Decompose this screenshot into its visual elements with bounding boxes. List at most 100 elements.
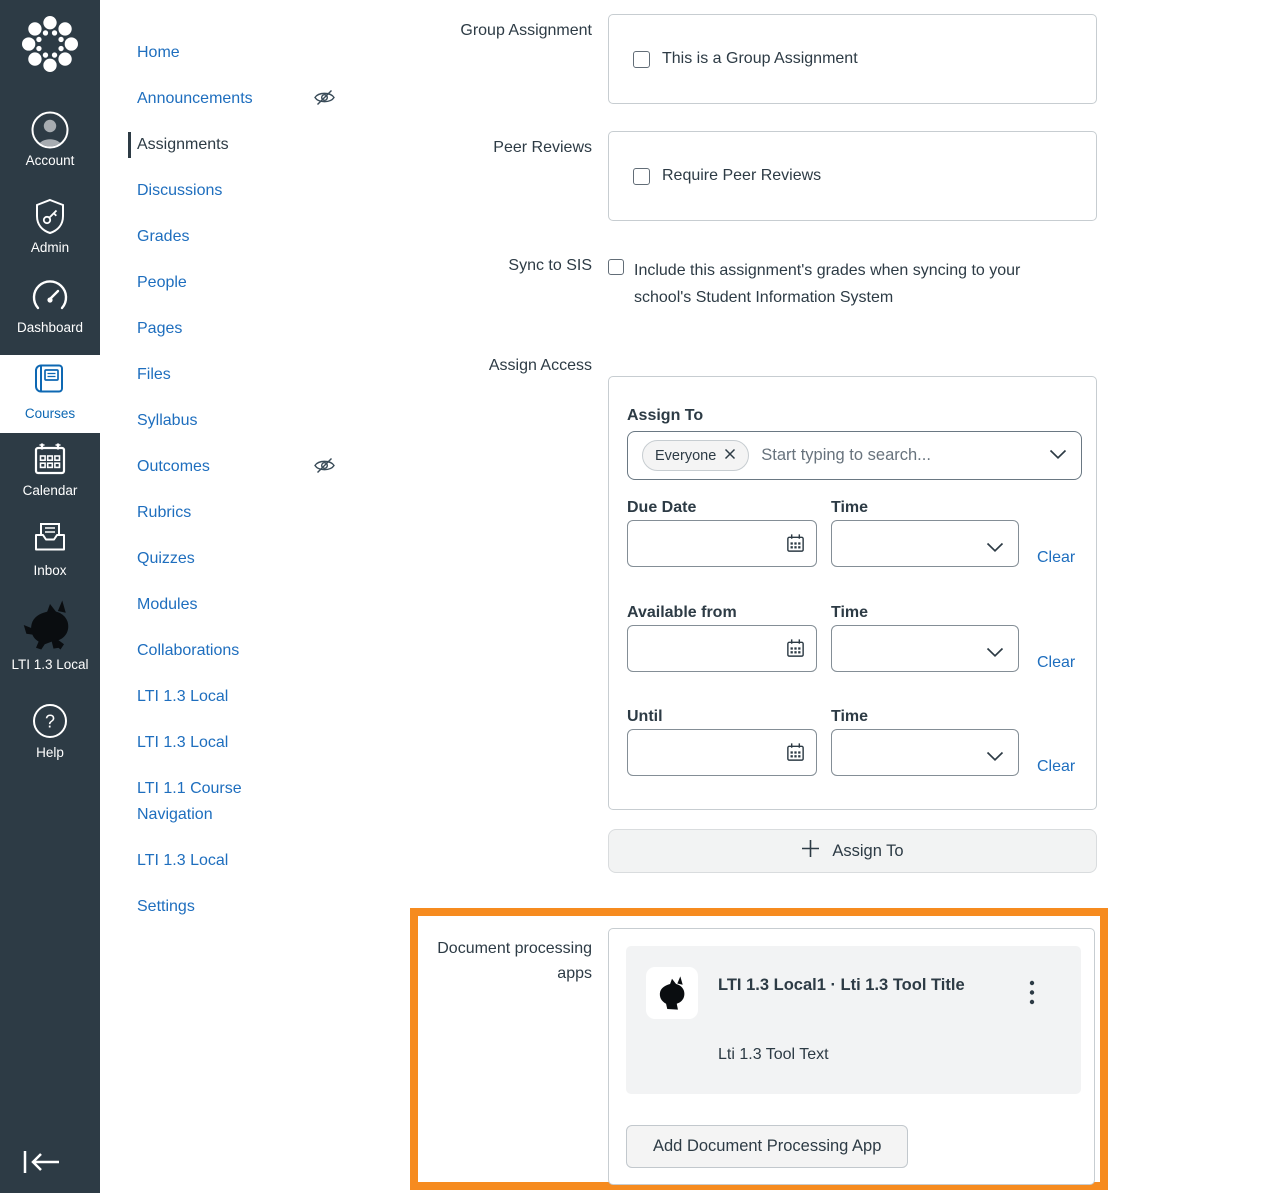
due-date-text-input[interactable] [638, 521, 778, 566]
course-nav-settings[interactable]: Settings [137, 894, 195, 920]
time-label: Time [831, 604, 869, 621]
until-time-select[interactable] [831, 729, 1019, 776]
hidden-eye-icon [313, 89, 336, 111]
calendar-icon [785, 742, 806, 768]
global-nav-sidebar: Account Admin Dashboard Courses Calendar… [0, 0, 100, 1193]
available-from-clear-link[interactable]: Clear [1037, 654, 1075, 672]
hidden-eye-icon [313, 457, 336, 479]
chevron-down-icon [986, 540, 1004, 558]
add-document-processing-app-button[interactable]: Add Document Processing App [626, 1125, 909, 1168]
calendar-icon [0, 440, 100, 480]
assign-to-search-input[interactable] [761, 446, 1037, 465]
sidebar-item-label: Dashboard [16, 320, 84, 335]
course-nav-assignments[interactable]: Assignments [137, 132, 229, 158]
assign-to-combobox[interactable]: Everyone [627, 431, 1082, 480]
assign-access-label: Assign Access [488, 357, 592, 374]
available-from-time-select[interactable] [831, 625, 1019, 672]
course-nav-outcomes[interactable]: Outcomes [137, 454, 210, 480]
calendar-icon [785, 533, 806, 559]
due-date-input[interactable] [627, 520, 817, 567]
add-assign-to-button[interactable]: Assign To [608, 829, 1097, 873]
course-nav-pages[interactable]: Pages [137, 316, 182, 342]
available-from-text-input[interactable] [638, 626, 778, 671]
collapse-global-nav-button[interactable] [20, 1146, 64, 1181]
sidebar-item-label: Admin [30, 240, 70, 255]
peer-reviews-panel: Require Peer Reviews [608, 131, 1097, 221]
document-processing-card: LTI 1.3 Local1 · Lti 1.3 Tool Title Lti … [608, 928, 1095, 1185]
due-date-label: Due Date [627, 499, 697, 516]
peer-reviews-label: Peer Reviews [493, 139, 592, 156]
course-nav-lti-11-course-navigation[interactable]: LTI 1.1 Course Navigation [137, 776, 277, 828]
sidebar-item-label: Courses [24, 406, 76, 421]
sidebar-item-courses[interactable]: Courses [0, 355, 100, 433]
assign-to-heading: Assign To [627, 407, 704, 424]
plus-icon [801, 839, 820, 863]
assign-access-panel: Assign To Everyone Due Date Time [608, 376, 1097, 810]
until-input[interactable] [627, 729, 817, 776]
course-nav-syllabus[interactable]: Syllabus [137, 408, 197, 434]
course-nav-files[interactable]: Files [137, 362, 171, 388]
sidebar-item-help[interactable]: ? Help [0, 702, 100, 760]
document-processing-highlight-box: Document processing apps LTI 1.3 Local1 … [410, 908, 1108, 1190]
course-nav-home[interactable]: Home [137, 40, 180, 66]
until-text-input[interactable] [638, 730, 778, 775]
unicorn-icon [646, 967, 698, 1019]
due-time-select[interactable] [831, 520, 1019, 567]
gauge-icon [0, 277, 100, 317]
lti-tool-description: Lti 1.3 Tool Text [718, 1046, 829, 1063]
chevron-down-icon [1049, 447, 1067, 465]
course-nav-rubrics[interactable]: Rubrics [137, 500, 191, 526]
user-icon [0, 110, 100, 150]
chevron-down-icon [986, 749, 1004, 767]
time-label: Time [831, 708, 869, 725]
everyone-tag-label: Everyone [655, 447, 717, 464]
sidebar-item-label: Account [25, 153, 75, 168]
sidebar-item-admin[interactable]: Admin [0, 197, 100, 255]
calendar-icon [785, 638, 806, 664]
sidebar-item-calendar[interactable]: Calendar [0, 440, 100, 498]
sidebar-item-label: Calendar [22, 483, 78, 498]
group-assignment-label: Group Assignment [460, 22, 592, 39]
sidebar-item-inbox[interactable]: Inbox [0, 520, 100, 578]
course-nav-lti-13-local-3[interactable]: LTI 1.3 Local [137, 848, 228, 874]
book-icon [0, 363, 100, 403]
sidebar-item-lti-13-local[interactable]: LTI 1.3 Local [0, 598, 100, 672]
available-from-label: Available from [627, 604, 737, 621]
course-nav-collaborations[interactable]: Collaborations [137, 638, 239, 664]
canvas-logo-icon[interactable] [0, 12, 100, 81]
available-from-input[interactable] [627, 625, 817, 672]
svg-text:?: ? [45, 712, 55, 732]
sync-to-sis-label: Sync to SIS [508, 257, 592, 274]
course-nav-modules[interactable]: Modules [137, 592, 197, 618]
course-nav-lti-13-local-1[interactable]: LTI 1.3 Local [137, 684, 228, 710]
sync-to-sis-checkbox[interactable] [608, 259, 624, 275]
course-nav-people[interactable]: People [137, 270, 187, 296]
course-nav-lti-13-local-2[interactable]: LTI 1.3 Local [137, 730, 228, 756]
unicorn-icon [0, 598, 100, 654]
until-clear-link[interactable]: Clear [1037, 758, 1075, 776]
everyone-tag: Everyone [642, 440, 750, 471]
sync-to-sis-checkbox-label: Include this assignment's grades when sy… [634, 262, 1021, 306]
kebab-menu-icon[interactable] [1025, 976, 1039, 1012]
course-nav-discussions[interactable]: Discussions [137, 178, 222, 204]
course-nav-grades[interactable]: Grades [137, 224, 189, 250]
group-assignment-checkbox[interactable] [633, 50, 650, 68]
sidebar-item-dashboard[interactable]: Dashboard [0, 277, 100, 335]
due-date-clear-link[interactable]: Clear [1037, 549, 1075, 567]
chevron-down-icon [986, 645, 1004, 663]
question-icon: ? [0, 702, 100, 742]
group-assignment-checkbox-label: This is a Group Assignment [662, 50, 858, 67]
lti-tool-card: LTI 1.3 Local1 · Lti 1.3 Tool Title Lti … [626, 946, 1081, 1094]
shield-key-icon [0, 197, 100, 237]
document-processing-label: Document processing apps [437, 940, 592, 982]
remove-tag-icon[interactable] [724, 448, 736, 464]
course-nav-quizzes[interactable]: Quizzes [137, 546, 195, 572]
course-nav-announcements[interactable]: Announcements [137, 86, 253, 112]
sidebar-item-account[interactable]: Account [0, 110, 100, 168]
group-assignment-panel: This is a Group Assignment [608, 14, 1097, 104]
time-label: Time [831, 499, 869, 516]
canvas-assignment-settings-page: Account Admin Dashboard Courses Calendar… [0, 0, 1280, 1193]
collapse-left-icon [20, 1151, 64, 1181]
sync-to-sis-row: Include this assignment's grades when sy… [608, 257, 1058, 311]
peer-reviews-checkbox[interactable] [633, 167, 650, 185]
